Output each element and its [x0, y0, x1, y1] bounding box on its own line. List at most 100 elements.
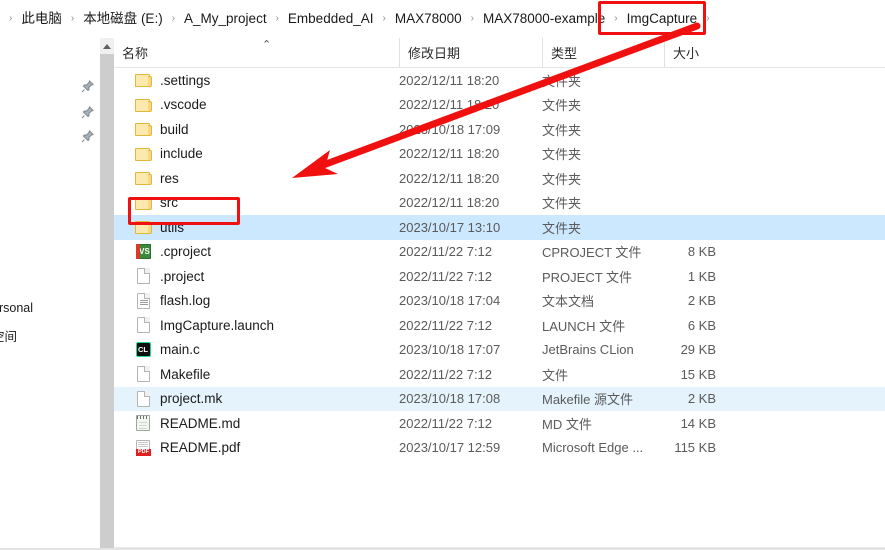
file-name-label: .project	[160, 268, 205, 284]
file-name-cell[interactable]: include	[114, 144, 384, 164]
file-name-cell[interactable]: Makefile	[114, 364, 384, 384]
generic-file-icon	[131, 315, 155, 335]
file-name-label: main.c	[160, 342, 200, 358]
breadcrumb-item-this-pc[interactable]: 此电脑	[17, 8, 66, 30]
file-name-cell[interactable]: README.md	[114, 413, 384, 433]
file-name-label: README.md	[160, 415, 241, 431]
file-type-cell: 文件	[542, 367, 569, 383]
column-header-name[interactable]: 名称 ⌃	[114, 38, 399, 67]
table-row[interactable]: Makefile 2022/11/22 7:12 文件 15 KB	[114, 362, 885, 387]
file-name-cell[interactable]: PDF README.pdf	[114, 438, 384, 458]
clion-file-icon: CL	[131, 340, 155, 360]
breadcrumb-separator: ›	[275, 13, 279, 24]
breadcrumb-item-imgcapture[interactable]: ImgCapture	[623, 8, 702, 30]
folder-icon	[131, 144, 155, 164]
folder-icon	[131, 193, 155, 213]
table-row[interactable]: project.mk 2023/10/18 17:08 Makefile 源文件 2 …	[114, 386, 885, 411]
file-date-cell: 2023/10/18 17:08	[399, 391, 501, 407]
table-row[interactable]: build 2023/10/18 17:09 文件夹	[114, 117, 885, 142]
file-type-cell: PROJECT 文件	[542, 269, 633, 285]
table-row[interactable]: .project 2022/11/22 7:12 PROJECT 文件 1 KB	[114, 264, 885, 289]
file-date-cell: 2022/11/22 7:12	[399, 366, 493, 382]
file-name-cell[interactable]: .vscode	[114, 95, 384, 115]
column-header-size[interactable]: 大小	[664, 38, 739, 67]
breadcrumb-item-max78000[interactable]: MAX78000	[391, 8, 466, 30]
file-date-cell: 2023/10/17 12:59	[399, 440, 501, 456]
vertical-scrollbar[interactable]	[100, 38, 114, 548]
file-date-cell: 2023/10/18 17:09	[399, 121, 501, 137]
breadcrumb-separator: ›	[171, 13, 176, 24]
column-header-type[interactable]: 类型	[542, 38, 664, 67]
file-date-cell: 2022/11/22 7:12	[399, 317, 493, 333]
nav-item-shared-space[interactable]: 空间	[0, 326, 17, 345]
file-size-cell: 1 KB	[687, 268, 716, 284]
file-type-cell: 文件夹	[542, 73, 582, 89]
scroll-up-button[interactable]	[100, 38, 114, 54]
file-date-cell: 2022/11/22 7:12	[399, 244, 493, 260]
file-name-cell[interactable]: .settings	[114, 70, 384, 90]
file-size-cell: 2 KB	[687, 391, 716, 407]
generic-file-icon	[131, 389, 155, 409]
table-row[interactable]: res 2022/12/11 18:20 文件夹	[114, 166, 885, 191]
file-name-cell[interactable]: .project	[114, 266, 384, 286]
table-row[interactable]: include 2022/12/11 18:20 文件夹	[114, 142, 885, 167]
table-row[interactable]: PDF README.pdf 2023/10/17 12:59 Microsoft E…	[114, 436, 885, 461]
file-type-cell: Makefile 源文件	[542, 392, 634, 408]
breadcrumb[interactable]: › 此电脑 › 本地磁盘 (E:) › A_My_project › Embed…	[0, 0, 885, 38]
column-header-date[interactable]: 修改日期	[399, 38, 542, 67]
file-name-label: project.mk	[160, 391, 223, 407]
file-type-cell: 文本文档	[542, 294, 595, 310]
file-name-cell[interactable]: CL main.c	[114, 340, 384, 360]
file-name-cell[interactable]: VS .cproject	[114, 242, 384, 262]
scrollbar-thumb[interactable]	[100, 54, 114, 548]
file-type-cell: 文件夹	[542, 220, 582, 236]
generic-file-icon	[131, 266, 155, 286]
breadcrumb-separator: ›	[706, 13, 710, 24]
file-type-cell: 文件夹	[542, 122, 582, 138]
file-date-cell: 2022/12/11 18:20	[399, 97, 500, 113]
breadcrumb-item-max78000-example[interactable]: MAX78000-example	[479, 8, 609, 30]
file-name-label: .vscode	[160, 97, 207, 113]
table-row[interactable]: utils 2023/10/17 13:10 文件夹	[114, 215, 885, 240]
file-size-cell: 14 KB	[680, 415, 716, 431]
file-name-cell[interactable]: project.mk	[114, 389, 384, 409]
file-list: .settings 2022/12/11 18:20 文件夹 .vscode 2022/…	[114, 68, 885, 460]
breadcrumb-item-embedded-ai[interactable]: Embedded_AI	[284, 8, 378, 30]
file-name-cell[interactable]: utils	[114, 217, 384, 237]
table-row[interactable]: README.md 2022/11/22 7:12 MD 文件 14 KB	[114, 411, 885, 436]
visual-studio-file-icon: VS	[131, 242, 155, 262]
table-row[interactable]: VS .cproject 2022/11/22 7:12 CPROJECT 文件 8 K…	[114, 240, 885, 265]
file-date-cell: 2022/12/11 18:20	[399, 72, 500, 88]
pin-icon[interactable]	[81, 130, 94, 143]
breadcrumb-item-a-my-project[interactable]: A_My_project	[180, 8, 271, 30]
file-name-label: README.pdf	[160, 440, 241, 456]
file-name-label: Makefile	[160, 366, 211, 382]
table-row[interactable]: src 2022/12/11 18:20 文件夹	[114, 191, 885, 216]
breadcrumb-item-local-disk-e[interactable]: 本地磁盘 (E:)	[79, 8, 167, 30]
file-date-cell: 2023/10/18 17:04	[399, 293, 501, 309]
file-name-label: .cproject	[160, 244, 212, 260]
breadcrumb-separator: ›	[470, 13, 474, 24]
file-name-cell[interactable]: flash.log	[114, 291, 384, 311]
file-size-cell: 115 KB	[674, 440, 716, 456]
pin-icon[interactable]	[81, 80, 94, 93]
pin-icon[interactable]	[81, 106, 94, 119]
file-name-cell[interactable]: build	[114, 119, 384, 139]
breadcrumb-separator: ›	[9, 13, 13, 24]
nav-item-onedrive-personal[interactable]: ersonal	[0, 301, 33, 315]
file-explorer-window: › 此电脑 › 本地磁盘 (E:) › A_My_project › Embed…	[0, 0, 885, 550]
file-type-cell: LAUNCH 文件	[542, 318, 626, 334]
folder-icon	[131, 168, 155, 188]
table-row[interactable]: CL main.c 2023/10/18 17:07 JetBrains CLion 2…	[114, 338, 885, 363]
table-row[interactable]: ImgCapture.launch 2022/11/22 7:12 LAUNCH 文…	[114, 313, 885, 338]
file-name-label: build	[160, 121, 189, 137]
table-row[interactable]: flash.log 2023/10/18 17:04 文本文档 2 KB	[114, 289, 885, 314]
breadcrumb-separator: ›	[70, 13, 75, 24]
file-size-cell: 2 KB	[687, 293, 716, 309]
table-row[interactable]: .vscode 2022/12/11 18:20 文件夹	[114, 93, 885, 118]
file-name-cell[interactable]: src	[114, 193, 384, 213]
file-type-cell: CPROJECT 文件	[542, 245, 642, 261]
file-name-cell[interactable]: ImgCapture.launch	[114, 315, 384, 335]
table-row[interactable]: .settings 2022/12/11 18:20 文件夹	[114, 68, 885, 93]
file-name-cell[interactable]: res	[114, 168, 384, 188]
